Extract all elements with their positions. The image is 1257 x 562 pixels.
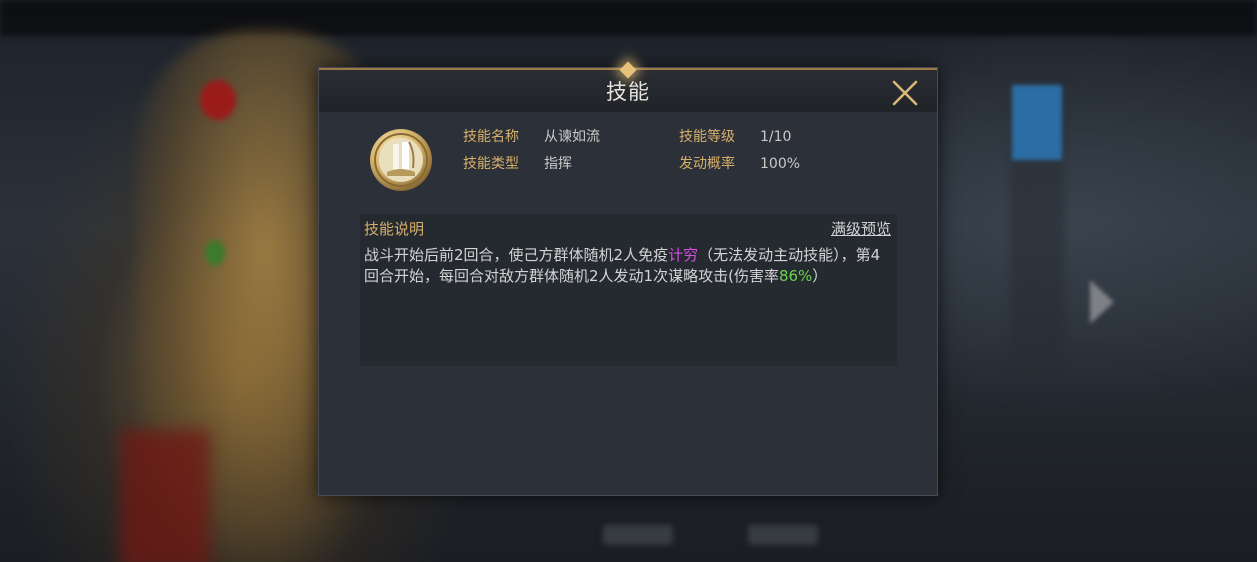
skill-name-label: 技能名称 xyxy=(463,129,519,145)
skill-type-value: 指挥 xyxy=(544,156,572,172)
background-top-bar xyxy=(0,0,1257,36)
max-level-preview-link[interactable]: 满级预览 xyxy=(831,219,891,239)
trigger-chance-label: 发动概率 xyxy=(679,156,735,172)
close-x-icon xyxy=(892,80,918,106)
close-button[interactable] xyxy=(887,75,923,111)
background-bottom-button xyxy=(603,525,673,545)
background-bottom-button xyxy=(748,525,818,545)
description-text: 战斗开始后前2回合，使己方群体随机2人免疫计穷（无法发动主动技能），第4回合开始… xyxy=(364,245,890,287)
skill-waterfall-emblem-icon xyxy=(369,128,433,192)
description-title: 技能说明 xyxy=(364,220,425,238)
dialog-header: 技能 xyxy=(319,61,937,112)
background-helmet-plume xyxy=(200,80,236,120)
description-text-part: 战斗开始后前2回合，使己方群体随机2人免疫 xyxy=(364,246,669,264)
skill-level-value: 1/10 xyxy=(760,129,792,145)
background-cape xyxy=(120,430,210,562)
background-side-tab xyxy=(1012,85,1062,160)
skill-type-label: 技能类型 xyxy=(463,156,519,172)
skill-dialog: 技能 技能名称 从谏如流 技能等级 1/10 技能类型 指挥 发动概率 100%… xyxy=(318,61,938,496)
description-text-part: ） xyxy=(812,267,828,285)
skill-name-value: 从谏如流 xyxy=(544,129,600,145)
background-next-arrow xyxy=(1090,280,1114,324)
skill-level-label: 技能等级 xyxy=(679,129,735,145)
damage-rate-value: 86% xyxy=(778,267,813,285)
status-effect-term: 计穷 xyxy=(668,246,699,264)
skill-description-panel: 技能说明 满级预览 战斗开始后前2回合，使己方群体随机2人免疫计穷（无法发动主动… xyxy=(360,214,897,366)
background-armor-gem xyxy=(205,240,225,266)
dialog-title: 技能 xyxy=(606,80,650,104)
trigger-chance-value: 100% xyxy=(760,156,801,172)
